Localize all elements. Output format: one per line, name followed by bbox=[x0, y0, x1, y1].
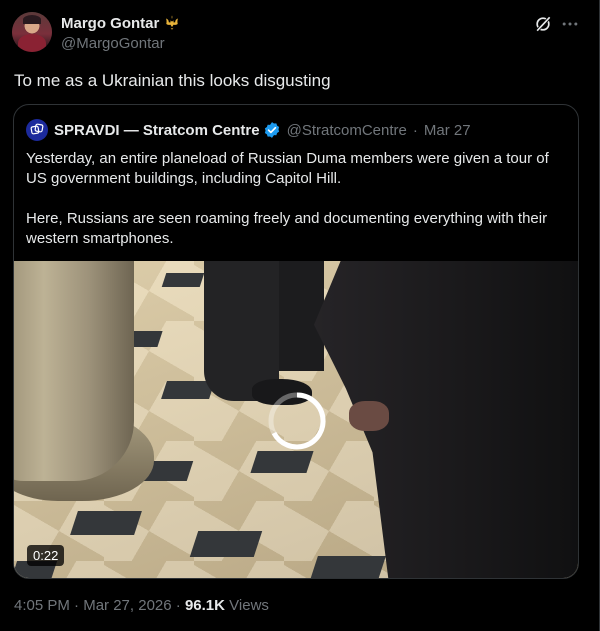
meta-separator: · bbox=[175, 597, 181, 614]
author-name-row: Margo Gontar bbox=[61, 13, 181, 33]
video-duration: 0:22 bbox=[27, 545, 65, 566]
quoted-date[interactable]: Mar 27 bbox=[424, 122, 471, 139]
views-count[interactable]: 96.1K bbox=[185, 597, 225, 614]
quoted-separator: · bbox=[412, 121, 418, 139]
quoted-tweet[interactable]: SPRAVDI — Stratcom Centre @StratcomCentr… bbox=[13, 104, 579, 579]
tweet-time[interactable]: 4:05 PM bbox=[14, 597, 70, 614]
quoted-display-name[interactable]: SPRAVDI — Stratcom Centre bbox=[54, 122, 260, 139]
author-handle[interactable]: @MargoGontar bbox=[61, 35, 165, 52]
ukraine-trident-icon bbox=[166, 15, 179, 30]
tweet-date[interactable]: Mar 27, 2026 bbox=[83, 597, 171, 614]
avatar[interactable] bbox=[12, 12, 52, 52]
tweet-meta: 4:05 PM · Mar 27, 2026 · 96.1K Views bbox=[14, 597, 269, 614]
views-label: Views bbox=[229, 597, 269, 614]
quoted-tweet-header: SPRAVDI — Stratcom Centre @StratcomCentr… bbox=[26, 119, 471, 141]
author-display-name[interactable]: Margo Gontar bbox=[61, 15, 159, 32]
spravdi-logo-icon bbox=[30, 123, 44, 135]
quoted-avatar[interactable] bbox=[26, 119, 48, 141]
loading-spinner-icon bbox=[268, 392, 326, 450]
more-icon[interactable] bbox=[560, 14, 580, 34]
tweet-container: Margo Gontar @MargoGontar To me as a Ukr… bbox=[0, 0, 600, 631]
tweet-text: To me as a Ukrainian this looks disgusti… bbox=[14, 71, 331, 90]
meta-separator: · bbox=[74, 597, 80, 614]
quoted-tweet-text: Yesterday, an entire planeload of Russia… bbox=[26, 150, 549, 247]
video-player[interactable]: 0:22 bbox=[14, 261, 578, 578]
quoted-handle[interactable]: @StratcomCentre bbox=[287, 122, 407, 139]
verified-badge-icon bbox=[264, 122, 279, 138]
grok-icon[interactable] bbox=[533, 14, 553, 34]
